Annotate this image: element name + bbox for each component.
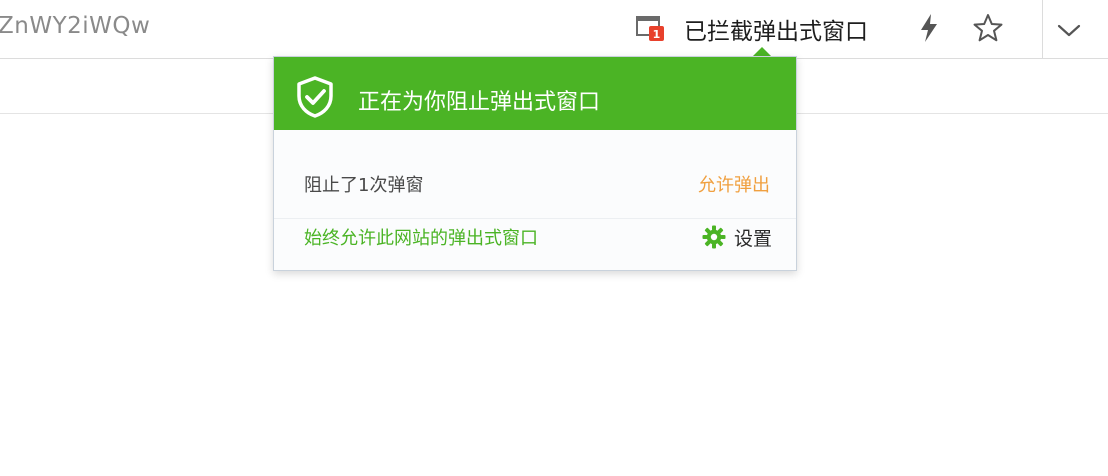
chevron-down-icon[interactable] <box>1054 18 1084 42</box>
blocked-count-text: 阻止了1次弹窗 <box>304 175 424 196</box>
settings-label: 设置 <box>733 227 772 250</box>
settings-button[interactable]: 设置 <box>702 223 772 251</box>
blocked-popup-label[interactable]: 已拦截弹出式窗口 <box>684 12 868 46</box>
lightning-icon[interactable] <box>918 13 940 43</box>
browser-window: ZnWY2iWQw 1 已拦截弹出式窗口 正在为你阻止弹出式窗口 阻止了1次弹窗… <box>0 0 1108 476</box>
url-text[interactable]: ZnWY2iWQw <box>0 13 150 39</box>
popup-header: 正在为你阻止弹出式窗口 <box>274 57 796 130</box>
always-allow-link[interactable]: 始终允许此网站的弹出式窗口 <box>304 224 538 250</box>
allow-popup-link[interactable]: 允许弹出 <box>698 171 770 197</box>
shield-check-icon <box>297 76 333 118</box>
popup-blocked-badge: 1 <box>653 28 661 41</box>
gear-icon <box>702 225 726 249</box>
toolbar-separator <box>1042 0 1043 58</box>
popup-blocker-panel: 正在为你阻止弹出式窗口 阻止了1次弹窗 允许弹出 始终允许此网站的弹出式窗口 设… <box>273 56 797 271</box>
popup-title: 正在为你阻止弹出式窗口 <box>358 90 601 115</box>
popup-blocked-icon[interactable]: 1 <box>636 15 666 43</box>
star-icon[interactable] <box>972 12 1004 44</box>
popup-divider <box>274 218 796 219</box>
address-bar: ZnWY2iWQw 1 已拦截弹出式窗口 <box>0 0 1108 59</box>
